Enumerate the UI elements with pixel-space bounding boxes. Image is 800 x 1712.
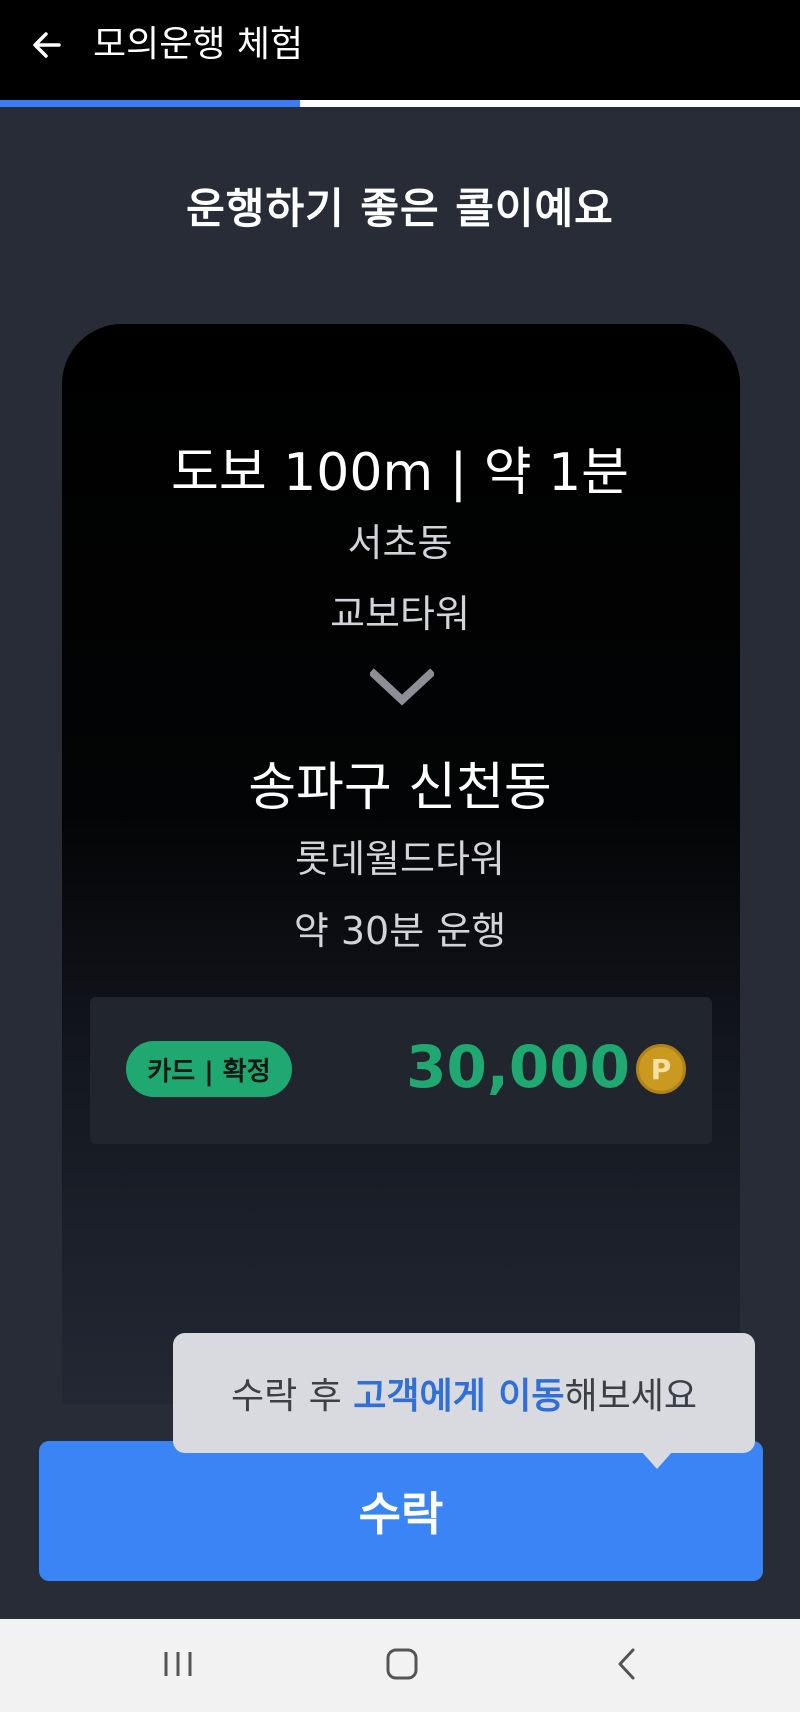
pickup-area: 서초동	[347, 521, 453, 565]
progress-bar	[0, 100, 800, 107]
arrow-left-icon	[33, 32, 61, 58]
destination-place: 롯데월드타워	[295, 837, 505, 881]
point-coin-icon: P	[636, 1044, 686, 1094]
page-title: 모의운행 체험	[93, 24, 304, 65]
recent-apps-icon	[164, 1652, 192, 1676]
payment-badge: 카드 | 확정	[126, 1041, 292, 1097]
tooltip-arrow	[641, 1451, 673, 1469]
top-app-bar: 모의운행 체험	[0, 0, 800, 100]
system-nav-bar	[0, 1619, 800, 1712]
pickup-distance-time: 도보 100m | 약 1분	[171, 443, 629, 503]
home-button[interactable]	[372, 1639, 432, 1689]
back-button[interactable]	[22, 20, 72, 70]
trip-duration: 약 30분 운행	[293, 909, 507, 953]
back-icon	[618, 1648, 635, 1680]
destination-area: 송파구 신천동	[248, 758, 552, 818]
guide-tooltip: 수락 후 고객에게 이동 해보세요	[173, 1333, 755, 1453]
headline: 운행하기 좋은 콜이예요	[186, 184, 614, 233]
fare-box: 카드 | 확정 30,000 P	[90, 997, 712, 1144]
home-icon	[386, 1648, 418, 1680]
chevron-down-icon	[368, 668, 436, 708]
tooltip-prefix: 수락 후	[231, 1376, 354, 1417]
fare-amount: 30,000	[406, 1033, 630, 1101]
recent-apps-button[interactable]	[148, 1639, 208, 1689]
pickup-place: 교보타워	[330, 592, 470, 636]
tooltip-suffix: 해보세요	[564, 1376, 697, 1417]
tooltip-highlight: 고객에게 이동	[353, 1376, 565, 1417]
progress-bar-fill	[0, 100, 300, 107]
system-back-button[interactable]	[597, 1639, 657, 1689]
